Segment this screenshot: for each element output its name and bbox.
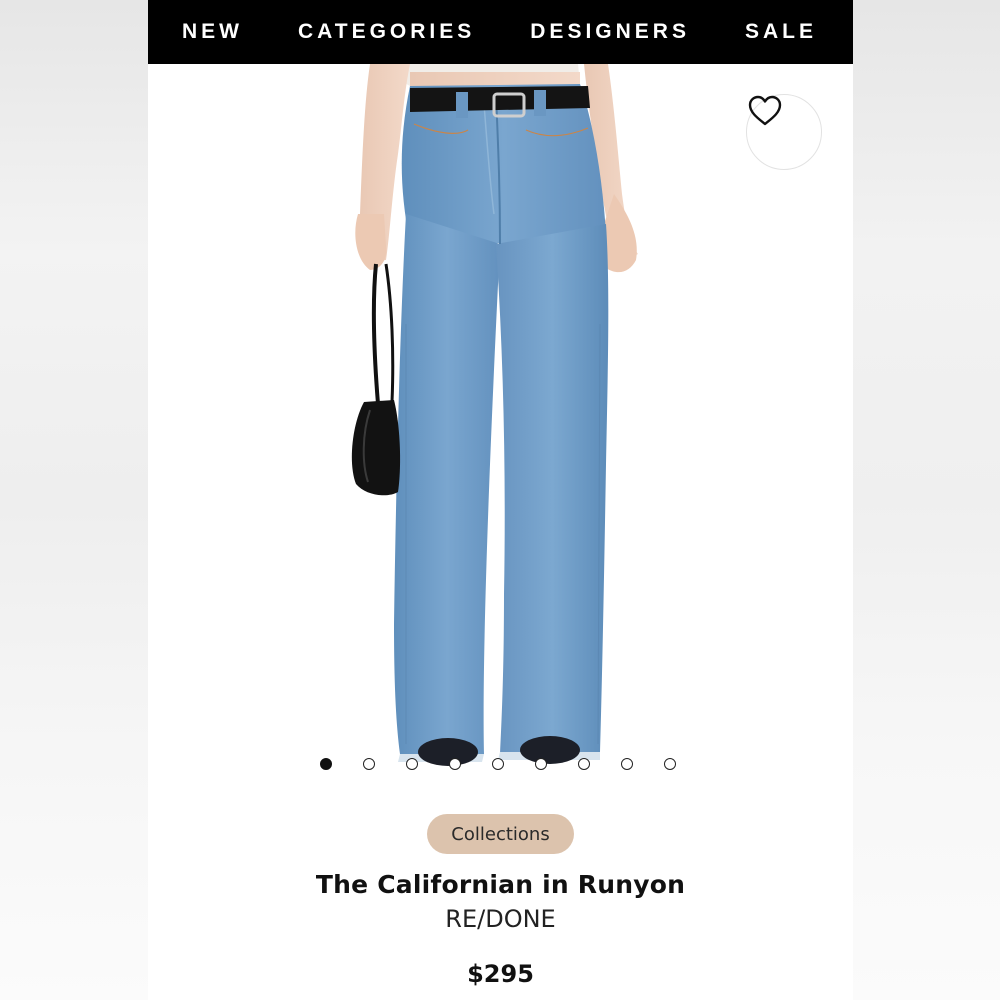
- jeans-photo: [351, 64, 638, 766]
- nav-item-categories[interactable]: CATEGORIES: [298, 20, 475, 44]
- wishlist-button[interactable]: [746, 94, 822, 170]
- pagination-dot-1[interactable]: [320, 758, 332, 770]
- nav-item-sale[interactable]: SALE: [745, 20, 817, 44]
- product-brand[interactable]: RE/DONE: [148, 905, 853, 933]
- nav-item-designers[interactable]: DESIGNERS: [530, 20, 690, 44]
- pagination-dot-8[interactable]: [621, 758, 633, 770]
- pagination-dot-3[interactable]: [406, 758, 418, 770]
- heart-outline-icon: [748, 95, 782, 126]
- top-navigation: NEW CATEGORIES DESIGNERS SALE: [148, 0, 853, 64]
- image-pagination: [320, 758, 707, 770]
- background-left: [0, 0, 148, 1000]
- pagination-dot-5[interactable]: [492, 758, 504, 770]
- product-price: $295: [467, 960, 534, 988]
- product-page: NEW CATEGORIES DESIGNERS SALE Collection…: [148, 0, 853, 1000]
- background-right: [853, 0, 1000, 1000]
- product-title: The Californian in Runyon: [315, 870, 686, 899]
- nav-item-new[interactable]: NEW: [182, 20, 243, 44]
- product-image[interactable]: [148, 64, 853, 804]
- pagination-dot-7[interactable]: [578, 758, 590, 770]
- pagination-dot-2[interactable]: [363, 758, 375, 770]
- pagination-dot-6[interactable]: [535, 758, 547, 770]
- pagination-dot-4[interactable]: [449, 758, 461, 770]
- collections-badge[interactable]: Collections: [427, 814, 574, 854]
- pagination-dot-9[interactable]: [664, 758, 676, 770]
